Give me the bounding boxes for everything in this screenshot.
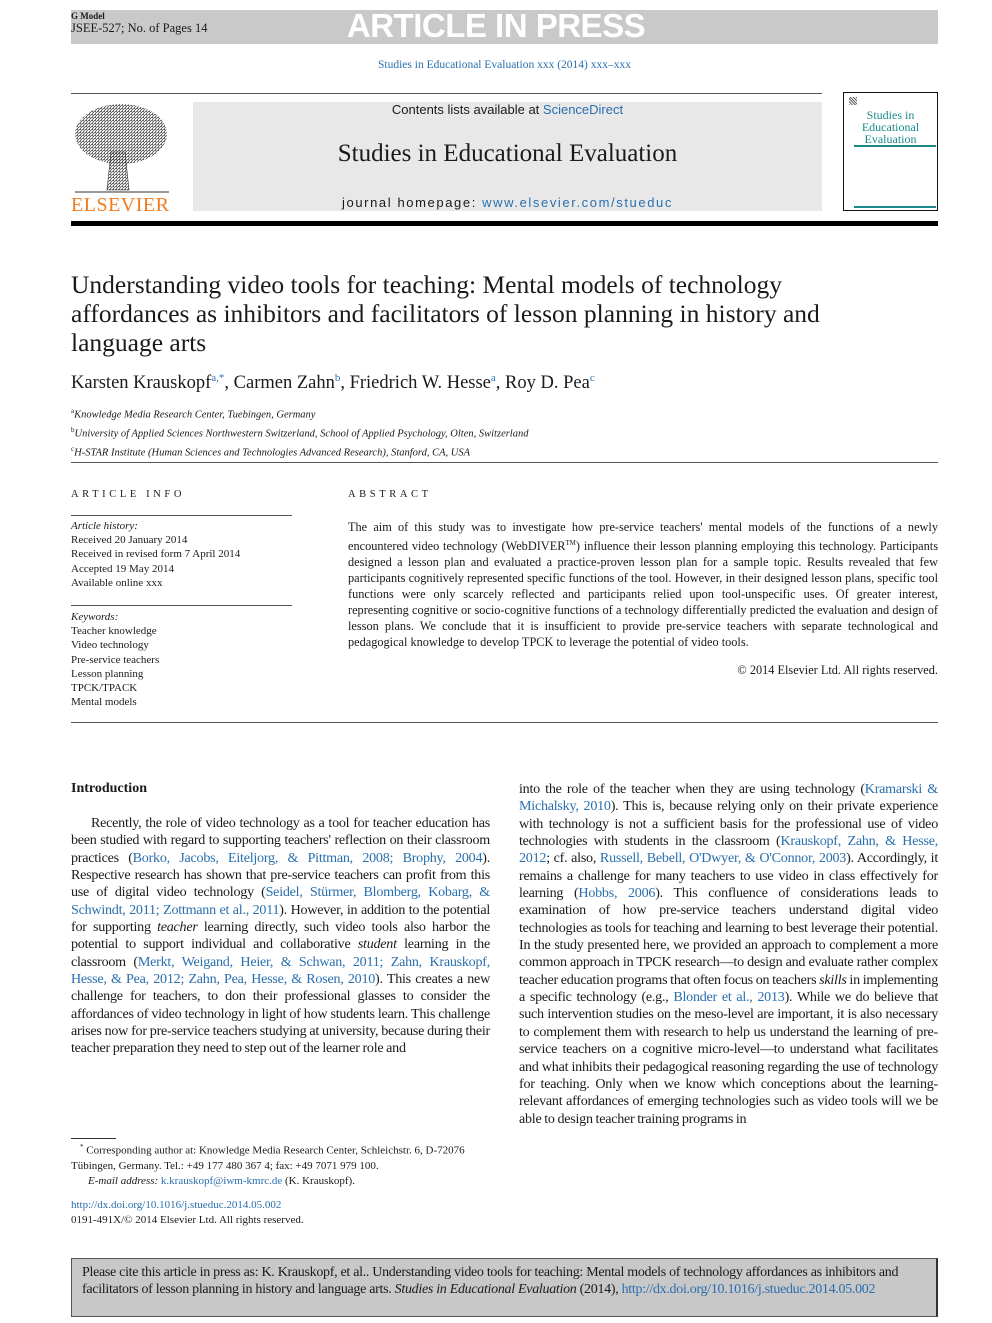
article-info-heading: ARTICLE INFO xyxy=(71,489,186,500)
history-item: Accepted 19 May 2014 xyxy=(71,562,174,575)
cover-line xyxy=(854,145,936,147)
email-link[interactable]: k.krauskopf@iwm-kmrc.de xyxy=(161,1175,282,1187)
history-item: Available online xxx xyxy=(71,576,163,589)
journal-homepage: journal homepage: www.elsevier.com/stued… xyxy=(193,195,822,210)
keyword: Pre-service teachers xyxy=(71,653,160,666)
body-paragraph-right: into the role of the teacher when they a… xyxy=(519,781,938,1128)
keyword: Teacher knowledge xyxy=(71,625,157,638)
keyword: TPCK/TPACK xyxy=(71,682,138,695)
keyword: Mental models xyxy=(71,696,137,709)
abstract-heading: ABSTRACT xyxy=(348,489,432,500)
svg-text:ELSEVIER: ELSEVIER xyxy=(71,194,170,214)
affiliation: aKnowledge Media Research Center, Tuebin… xyxy=(71,404,528,423)
trademark: TM xyxy=(565,539,576,547)
cite-year: (2014), xyxy=(576,1282,622,1298)
citation-link[interactable]: Hobbs, 2006 xyxy=(578,885,655,901)
cover-line xyxy=(854,206,936,208)
emphasis: student xyxy=(357,936,397,953)
cover-logo-icon xyxy=(849,97,857,105)
doi-link[interactable]: http://dx.doi.org/10.1016/j.stueduc.2014… xyxy=(71,1199,281,1211)
author-separator: , xyxy=(224,373,234,394)
header-rule xyxy=(71,221,938,226)
author-affiliation-marker[interactable]: c xyxy=(590,372,595,384)
email-suffix: (K. Krauskopf). xyxy=(282,1174,355,1187)
contents-line: Contents lists available at ScienceDirec… xyxy=(193,102,822,117)
history-label: Article history: xyxy=(71,520,138,532)
text-run: ). While we do believe that such interve… xyxy=(519,989,938,1127)
abstract-text: The aim of this study was to investigate… xyxy=(348,519,938,650)
text-run: into the role of the teacher when they a… xyxy=(519,781,865,797)
divider xyxy=(71,722,938,723)
author-separator: , xyxy=(495,373,506,394)
divider xyxy=(71,605,292,606)
doi-block: http://dx.doi.org/10.1016/j.stueduc.2014… xyxy=(71,1198,304,1228)
author-separator: , xyxy=(340,373,350,394)
history-item: Received 20 January 2014 xyxy=(71,534,188,547)
citation-box: Please cite this article in press as: K.… xyxy=(71,1258,938,1317)
section-heading-introduction: Introduction xyxy=(71,781,147,796)
author-list: Karsten Krauskopfa,*, Carmen Zahnb, Frie… xyxy=(71,372,595,394)
footnote-text: Corresponding author at: Knowledge Media… xyxy=(71,1144,465,1172)
article-history: Article history: Received 20 January 201… xyxy=(71,519,240,590)
affiliations: aKnowledge Media Research Center, Tuebin… xyxy=(71,404,528,461)
homepage-link[interactable]: www.elsevier.com/stueduc xyxy=(482,195,673,210)
text-run: ) influence their lesson planning employ… xyxy=(348,539,938,650)
history-item: Received in revised form 7 April 2014 xyxy=(71,548,241,561)
tree-icon: ELSEVIER xyxy=(71,104,170,216)
cite-doi-link[interactable]: http://dx.doi.org/10.1016/j.stueduc.2014… xyxy=(622,1282,876,1297)
divider xyxy=(71,462,938,463)
email-label: E-mail address: xyxy=(88,1174,161,1187)
affiliation: cH-STAR Institute (Human Sciences and Te… xyxy=(71,442,528,461)
author-name[interactable]: Carmen Zahn xyxy=(234,373,335,393)
contents-prefix: Contents lists available at xyxy=(391,102,543,117)
footnote: * Corresponding author at: Knowledge Med… xyxy=(71,1140,490,1189)
author-name[interactable]: Karsten Krauskopf xyxy=(71,373,211,393)
issn-copyright: 0191-491X/© 2014 Elsevier Ltd. All right… xyxy=(71,1214,304,1226)
emphasis: teacher xyxy=(157,919,198,936)
journal-cover: Studies in Educational Evaluation xyxy=(843,92,938,211)
sciencedirect-link[interactable]: ScienceDirect xyxy=(543,102,623,117)
journal-reference-link[interactable]: Studies in Educational Evaluation xxx (2… xyxy=(0,59,992,71)
homepage-prefix: journal homepage: xyxy=(342,195,483,210)
affiliation-text: University of Applied Sciences Northwest… xyxy=(74,428,529,440)
author-name[interactable]: Friedrich W. Hesse xyxy=(350,373,491,393)
banner-text: ARTICLE IN PRESS xyxy=(346,7,646,44)
footnote-rule xyxy=(71,1138,116,1139)
citation-link[interactable]: Borko, Jacobs, Eiteljorg, & Pittman, 200… xyxy=(133,850,483,866)
keywords-label: Keywords: xyxy=(71,611,119,623)
divider xyxy=(71,515,292,516)
abstract-copyright: © 2014 Elsevier Ltd. All rights reserved… xyxy=(737,663,938,677)
emphasis: skills xyxy=(819,971,847,988)
affiliation-text: Knowledge Media Research Center, Tuebing… xyxy=(74,409,316,421)
keyword: Lesson planning xyxy=(71,667,144,680)
body-paragraph-left: Recently, the role of video technology a… xyxy=(71,815,490,1058)
author-name[interactable]: Roy D. Pea xyxy=(505,373,590,393)
journal-title: Studies in Educational Evaluation xyxy=(337,140,678,167)
affiliation: bUniversity of Applied Sciences Northwes… xyxy=(71,423,528,442)
citation-link[interactable]: Russell, Bebell, O'Dwyer, & O'Connor, 20… xyxy=(600,850,846,866)
keywords: Keywords: Teacher knowledge Video technol… xyxy=(71,610,159,709)
affiliation-text: H-STAR Institute (Human Sciences and Tec… xyxy=(74,447,471,459)
elsevier-logo: ELSEVIER xyxy=(71,102,171,216)
text-run: ; cf. also, xyxy=(546,850,600,867)
keyword: Video technology xyxy=(71,639,149,652)
author-affiliation-marker[interactable]: a,* xyxy=(211,372,224,384)
article-title: Understanding video tools for teaching: … xyxy=(71,270,820,357)
cover-title: Studies in Educational Evaluation xyxy=(861,108,920,146)
cite-journal: Studies in Educational Evaluation xyxy=(394,1282,577,1298)
divider xyxy=(71,93,822,94)
citation-link[interactable]: Blonder et al., 2013 xyxy=(673,989,784,1005)
